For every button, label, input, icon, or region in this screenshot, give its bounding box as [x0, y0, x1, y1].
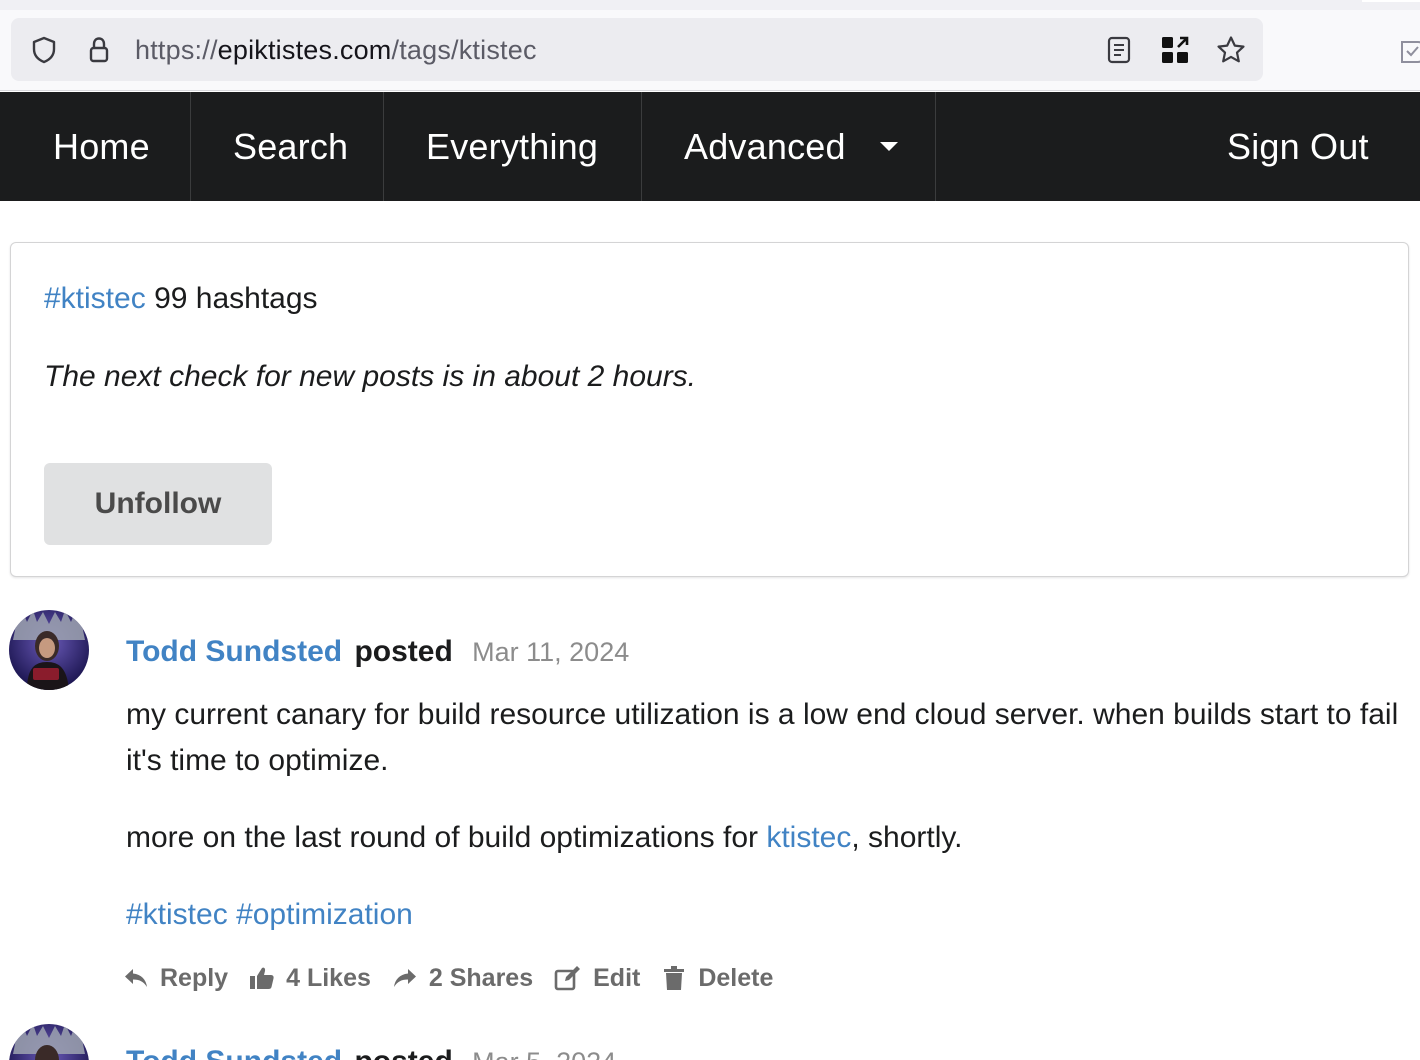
browser-toolbar: https://epiktistes.com/tags/ktistec [0, 10, 1420, 91]
trash-icon [664, 966, 685, 990]
post-header: Todd Sundsted posted Mar 5, 2024 [126, 1040, 616, 1060]
nav-divider [190, 92, 191, 201]
nav-divider [935, 92, 936, 201]
delete-button[interactable]: Delete [660, 964, 773, 993]
next-check-notice: The next check for new posts is in about… [44, 360, 697, 393]
url-host: epiktistes.com [217, 35, 392, 65]
url-bar[interactable]: https://epiktistes.com/tags/ktistec [11, 18, 1263, 81]
tab-edge [1362, 0, 1420, 2]
post-hashtags: #ktistec #optimization [126, 893, 413, 937]
share-button[interactable]: 2 Shares [391, 964, 533, 993]
unfollow-button[interactable]: Unfollow [44, 463, 272, 545]
url-scheme: https:// [135, 35, 218, 65]
post-author-link[interactable]: Todd Sundsted [126, 1045, 342, 1060]
delete-label: Delete [698, 963, 774, 992]
hashtag-count: 99 hashtags [154, 282, 318, 315]
avatar[interactable] [9, 1024, 89, 1060]
shield-icon[interactable] [28, 34, 60, 66]
edit-button[interactable]: Edit [553, 964, 640, 993]
lock-icon[interactable] [83, 34, 115, 66]
shares-count: 2 Shares [428, 963, 534, 992]
nav-search[interactable]: Search [233, 92, 348, 201]
qr-code-icon[interactable] [1159, 34, 1191, 66]
nav-divider [383, 92, 384, 201]
reply-button[interactable]: Reply [122, 964, 228, 993]
thumbs-up-icon [250, 967, 274, 989]
reply-label: Reply [160, 963, 229, 992]
tag-heading: #ktistec 99 hashtags [44, 281, 318, 317]
post-header: Todd Sundsted posted Mar 11, 2024 [126, 630, 629, 674]
nav-home[interactable]: Home [53, 92, 150, 201]
nav-advanced-dropdown[interactable]: Advanced [684, 92, 898, 201]
post-date-link[interactable]: Mar 5, 2024 [472, 1047, 616, 1060]
likes-count: 4 Likes [286, 963, 371, 992]
post-verb: posted [354, 635, 453, 668]
post-text-segment: more on the last round of build optimiza… [126, 821, 767, 854]
edit-icon [554, 966, 581, 991]
post-author-link[interactable]: Todd Sundsted [126, 635, 342, 668]
edit-label: Edit [593, 963, 641, 992]
ktistec-link[interactable]: ktistec [766, 821, 851, 854]
post-actions: Reply 4 Likes 2 Shares Edit Delete [122, 958, 793, 998]
post-text-segment: , shortly. [851, 821, 963, 854]
hashtag-link[interactable]: #ktistec [126, 898, 228, 931]
reader-view-icon[interactable] [1103, 34, 1135, 66]
post-verb: posted [354, 1045, 452, 1060]
main-navigation: Home Search Everything Advanced Sign Out [0, 92, 1420, 201]
extension-icon[interactable] [1398, 36, 1420, 66]
browser-tab-strip [0, 0, 1420, 10]
url-text[interactable]: https://epiktistes.com/tags/ktistec [135, 34, 537, 66]
avatar[interactable] [9, 610, 89, 690]
nav-advanced-label: Advanced [684, 125, 846, 167]
caret-down-icon [879, 142, 898, 151]
bookmark-star-icon[interactable] [1215, 34, 1247, 66]
tag-summary-card: #ktistec 99 hashtags The next check for … [10, 242, 1409, 577]
like-button[interactable]: 4 Likes [248, 964, 371, 993]
post-paragraph: more on the last round of build optimiza… [126, 815, 1406, 861]
nav-everything[interactable]: Everything [426, 92, 598, 201]
reply-icon [125, 969, 147, 987]
nav-divider [641, 92, 642, 201]
tag-link[interactable]: #ktistec [44, 282, 146, 315]
hashtag-link[interactable]: #optimization [236, 898, 413, 931]
share-icon [393, 969, 416, 987]
url-path: /tags/ktistec [391, 35, 537, 65]
nav-sign-out[interactable]: Sign Out [1227, 92, 1369, 201]
post-date-link[interactable]: Mar 11, 2024 [472, 637, 629, 667]
post-paragraph: my current canary for build resource uti… [126, 698, 1399, 777]
